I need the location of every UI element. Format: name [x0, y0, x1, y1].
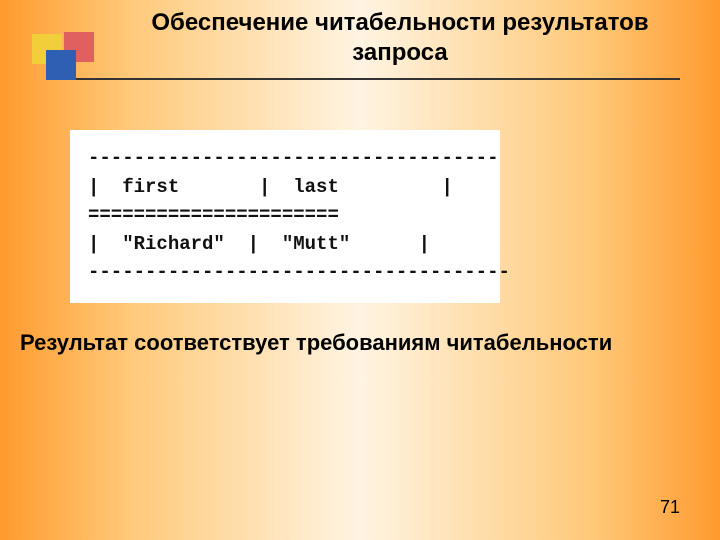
caption-text: Результат соответствует требованиям чита… [20, 330, 612, 356]
slide-title-line1: Обеспечение читабельности результатов [151, 9, 648, 36]
rule-mid: ====================== [88, 204, 339, 226]
slide-title: Обеспечение читабельности результатов за… [120, 8, 680, 68]
page-number: 71 [660, 497, 680, 518]
title-rule [60, 78, 680, 80]
title-logo [18, 20, 98, 100]
logo-square-blue [46, 50, 76, 80]
header-row: | first | last | [88, 176, 453, 198]
result-table-box: ------------------------------------ | f… [70, 130, 500, 303]
slide: Обеспечение читабельности результатов за… [0, 0, 720, 540]
rule-bottom: ------------------------------------- [88, 261, 510, 283]
rule-top: ------------------------------------ [88, 147, 498, 169]
slide-title-line2: запроса [352, 39, 447, 66]
result-table: ------------------------------------ | f… [88, 144, 482, 287]
data-row: | "Richard" | "Mutt" | [88, 233, 430, 255]
